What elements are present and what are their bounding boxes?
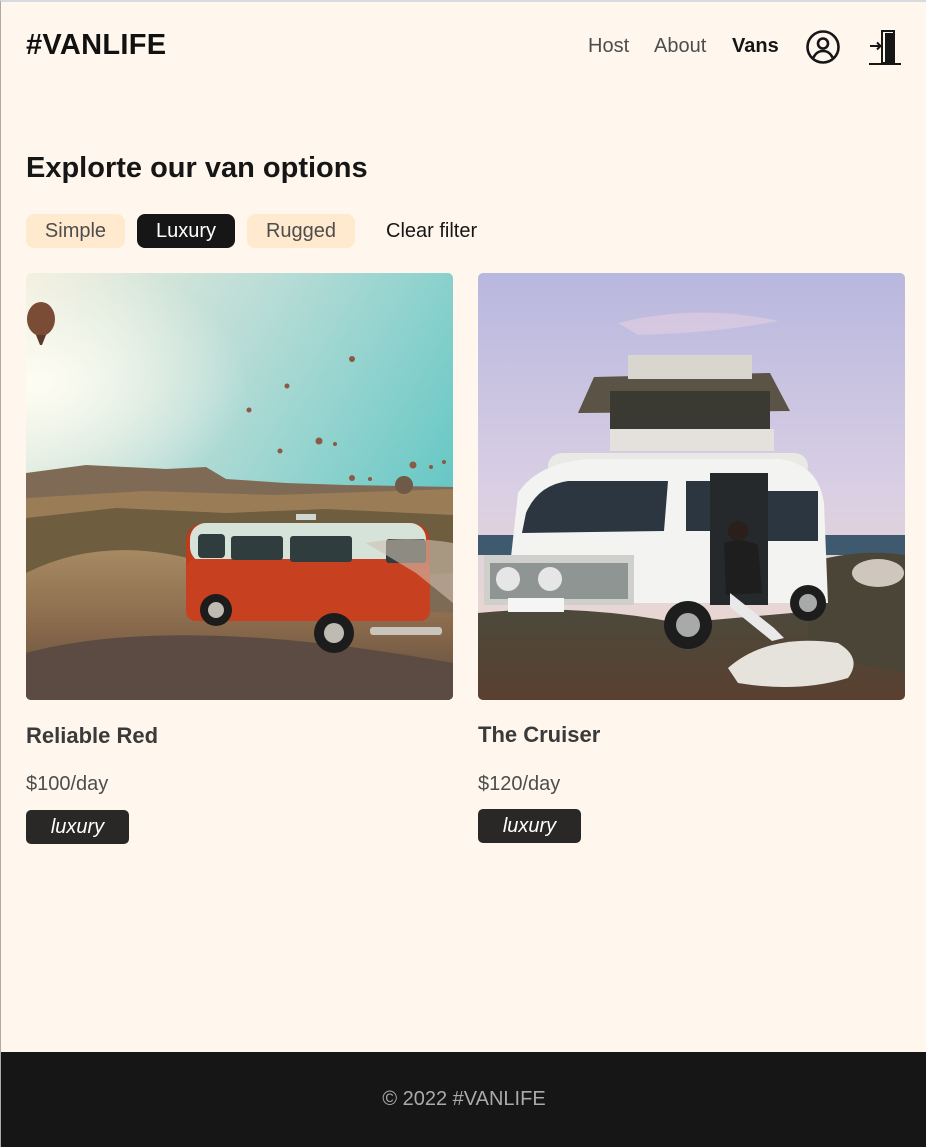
van-price: $100/day <box>26 773 109 795</box>
footer-copyright: © 2022 #VANLIFE <box>382 1088 546 1110</box>
clear-filter-link[interactable]: Clear filter <box>386 214 477 248</box>
van-card[interactable]: Reliable Red $100/day luxury <box>26 273 453 844</box>
van-type-badge: luxury <box>26 810 129 844</box>
site-logo[interactable]: #VANLIFE <box>26 29 166 62</box>
filter-rugged-button[interactable]: Rugged <box>247 214 355 248</box>
page-title: Explorte our van options <box>26 152 368 184</box>
van-photo[interactable] <box>478 273 905 700</box>
van-name[interactable]: Reliable Red <box>26 723 158 749</box>
site-footer: © 2022 #VANLIFE <box>1 1052 926 1147</box>
logout-door-icon[interactable] <box>868 27 902 67</box>
van-type-badge: luxury <box>478 809 581 843</box>
user-circle-icon[interactable] <box>805 29 841 65</box>
nav-link-vans[interactable]: Vans <box>732 35 779 58</box>
nav-link-about[interactable]: About <box>654 35 706 58</box>
van-photo[interactable] <box>26 273 453 700</box>
nav-link-host[interactable]: Host <box>588 35 629 58</box>
van-price: $120/day <box>478 773 561 795</box>
van-name[interactable]: The Cruiser <box>478 722 600 748</box>
filter-simple-button[interactable]: Simple <box>26 214 125 248</box>
filter-luxury-button[interactable]: Luxury <box>137 214 235 248</box>
van-card[interactable]: The Cruiser $120/day luxury <box>478 273 905 843</box>
site-header: #VANLIFE Host About Vans <box>1 2 925 92</box>
